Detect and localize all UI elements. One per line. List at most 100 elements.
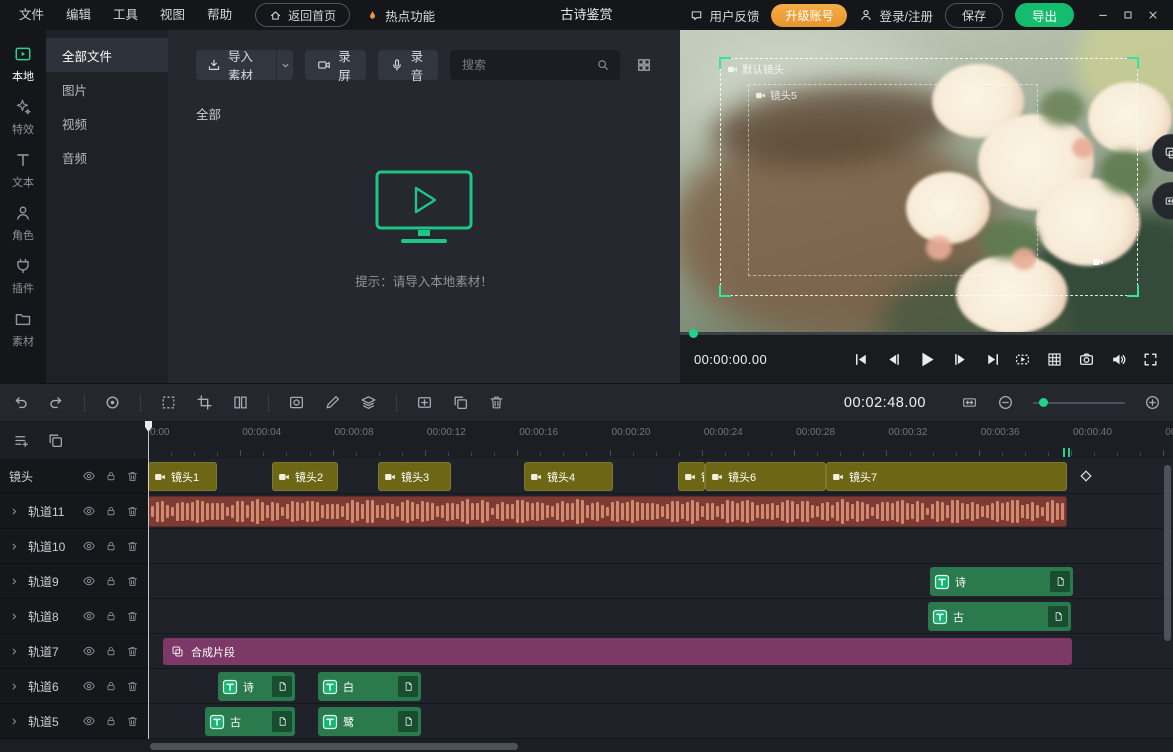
clip-video[interactable]: 镜头3 (378, 462, 451, 491)
clip-text[interactable]: 古 (928, 602, 1071, 631)
clip-effect-badge[interactable] (272, 676, 292, 697)
delete-track-icon[interactable] (126, 645, 139, 658)
search-box[interactable] (450, 50, 620, 80)
zoom-slider[interactable] (1033, 402, 1125, 404)
track-lane[interactable]: 古 (148, 599, 1173, 634)
next-frame-icon[interactable] (952, 351, 969, 368)
clip-video[interactable]: 镜头2 (272, 462, 338, 491)
delete-track-icon[interactable] (126, 505, 139, 518)
delete-track-icon[interactable] (126, 610, 139, 623)
fullscreen-icon[interactable] (1142, 351, 1159, 368)
sidebar-item-text[interactable]: 文本 (0, 144, 46, 197)
clip-video[interactable]: 镜头4 (524, 462, 613, 491)
clip-effect-badge[interactable] (1050, 571, 1070, 592)
clip-audio[interactable] (148, 496, 1067, 527)
clip-effect-badge[interactable] (1048, 606, 1068, 627)
clip-effect-badge[interactable] (272, 711, 292, 732)
lock-toggle-icon[interactable] (105, 715, 117, 727)
view-mode-icon[interactable] (636, 57, 652, 73)
category-all-files[interactable]: 全部文件 (46, 38, 168, 72)
clip-video[interactable]: 镜头6 (705, 462, 826, 491)
clip-text[interactable]: 诗 (218, 672, 295, 701)
category-audio[interactable]: 音频 (46, 140, 168, 174)
clip-text[interactable]: 诗 (930, 567, 1073, 596)
record-screen-button[interactable]: 录屏 (305, 50, 365, 80)
clip-effect-badge[interactable] (398, 676, 418, 697)
delete-track-icon[interactable] (126, 470, 139, 483)
search-input[interactable] (460, 57, 588, 73)
lock-toggle-icon[interactable] (105, 680, 117, 692)
lock-toggle-icon[interactable] (105, 505, 117, 517)
visibility-toggle-icon[interactable] (82, 609, 96, 623)
delete-track-icon[interactable] (126, 575, 139, 588)
play-button[interactable] (916, 349, 937, 370)
clip-effect-badge[interactable] (398, 711, 418, 732)
clip-text[interactable]: 古 (205, 707, 295, 736)
s极idebar-item-material[interactable]: 素材 (0, 303, 46, 356)
prev-frame-icon[interactable] (884, 351, 901, 368)
sidebar-item-effects[interactable]: 特效 (0, 91, 46, 144)
lock-toggle-icon[interactable] (105, 610, 117, 622)
delete-track-icon[interactable] (126, 540, 139, 553)
track-lane[interactable] (148, 494, 1173, 529)
volume-icon[interactable] (1110, 351, 1127, 368)
zoom-out-icon[interactable] (997, 394, 1014, 411)
undo-icon[interactable] (12, 394, 29, 411)
hot-features-button[interactable]: 热点功能 (366, 6, 435, 25)
track-expand-icon[interactable] (9, 681, 20, 692)
keyframe-diamond-icon[interactable] (1078, 468, 1094, 484)
menu-help[interactable]: 帮助 (196, 0, 243, 30)
edit-icon[interactable] (324, 394, 341, 411)
import-media-button[interactable]: 导入素材 (196, 50, 293, 80)
clip-text[interactable]: 白 (318, 672, 421, 701)
playhead[interactable] (148, 421, 149, 739)
duplicate-icon[interactable] (47, 432, 64, 449)
track-expand-icon[interactable] (9, 716, 20, 727)
track-lane[interactable]: 镜头1 镜头2 镜头3 镜头4 镜头5镜头6镜头7 (148, 459, 1173, 494)
track-expand-icon[interactable] (9, 611, 20, 622)
minimize-button[interactable] (1090, 3, 1115, 28)
sidebar-item-character[interactable]: 角色 (0, 197, 46, 250)
clip-video[interactable]: 镜头1 (148, 462, 217, 491)
menu-edit[interactable]: 编辑 (55, 0, 102, 30)
split-icon[interactable] (232, 394, 249, 411)
visibility-toggle-icon[interactable] (82, 714, 96, 728)
feedback-button[interactable]: 用户反馈 (690, 6, 759, 25)
visibility-toggle-icon[interactable] (82, 469, 96, 483)
track-manage-icon[interactable] (13, 432, 30, 449)
clip-compound[interactable]: 合成片段 (163, 638, 1072, 665)
clip-text[interactable]: 鹭 (318, 707, 421, 736)
menu-tools[interactable]: 工具 (102, 0, 149, 30)
delete-icon[interactable] (488, 394, 505, 411)
import-dropdown-arrow[interactable] (276, 50, 293, 80)
zoom-in-icon[interactable] (1144, 394, 1161, 411)
lock-toggle-icon[interactable] (105, 470, 117, 482)
login-button[interactable]: 登录/注册 (859, 6, 932, 25)
play-range-icon[interactable] (1014, 351, 1031, 368)
delete-track-icon[interactable] (126, 715, 139, 728)
track-lane[interactable]: 合成片段 (148, 634, 1173, 669)
track-lane[interactable]: 诗 (148, 564, 1173, 599)
horizontal-scrollbar[interactable] (150, 743, 518, 750)
snapshot-icon[interactable] (1078, 351, 1095, 368)
export-button[interactable]: 导出 (1015, 3, 1074, 27)
category-videos[interactable]: 视频 (46, 106, 168, 140)
marquee-select-icon[interactable] (160, 394, 177, 411)
preview-stage[interactable]: 默认镜头 镜头5 (680, 30, 1173, 332)
category-images[interactable]: 图片 (46, 72, 168, 106)
lock-toggle-icon[interactable] (105, 645, 117, 657)
close-button[interactable] (1140, 3, 1165, 28)
voiceover-record-icon[interactable] (104, 394, 121, 411)
sidebar-item-local[interactable]: 本地 (0, 38, 46, 91)
clip-video[interactable]: 镜头7 (826, 462, 1067, 491)
seek-bar[interactable] (680, 332, 1173, 335)
track-lane[interactable]: 古鹭 (148, 704, 1173, 739)
record-audio-button[interactable]: 录音 (378, 50, 438, 80)
freeze-frame-icon[interactable] (416, 394, 433, 411)
menu-file[interactable]: 文件 (8, 0, 55, 30)
mask-icon[interactable] (288, 394, 305, 411)
visibility-toggle-icon[interactable] (82, 504, 96, 518)
clip-video[interactable]: 镜头5 (678, 462, 705, 491)
menu-view[interactable]: 视图 (149, 0, 196, 30)
track-expand-icon[interactable] (9, 541, 20, 552)
